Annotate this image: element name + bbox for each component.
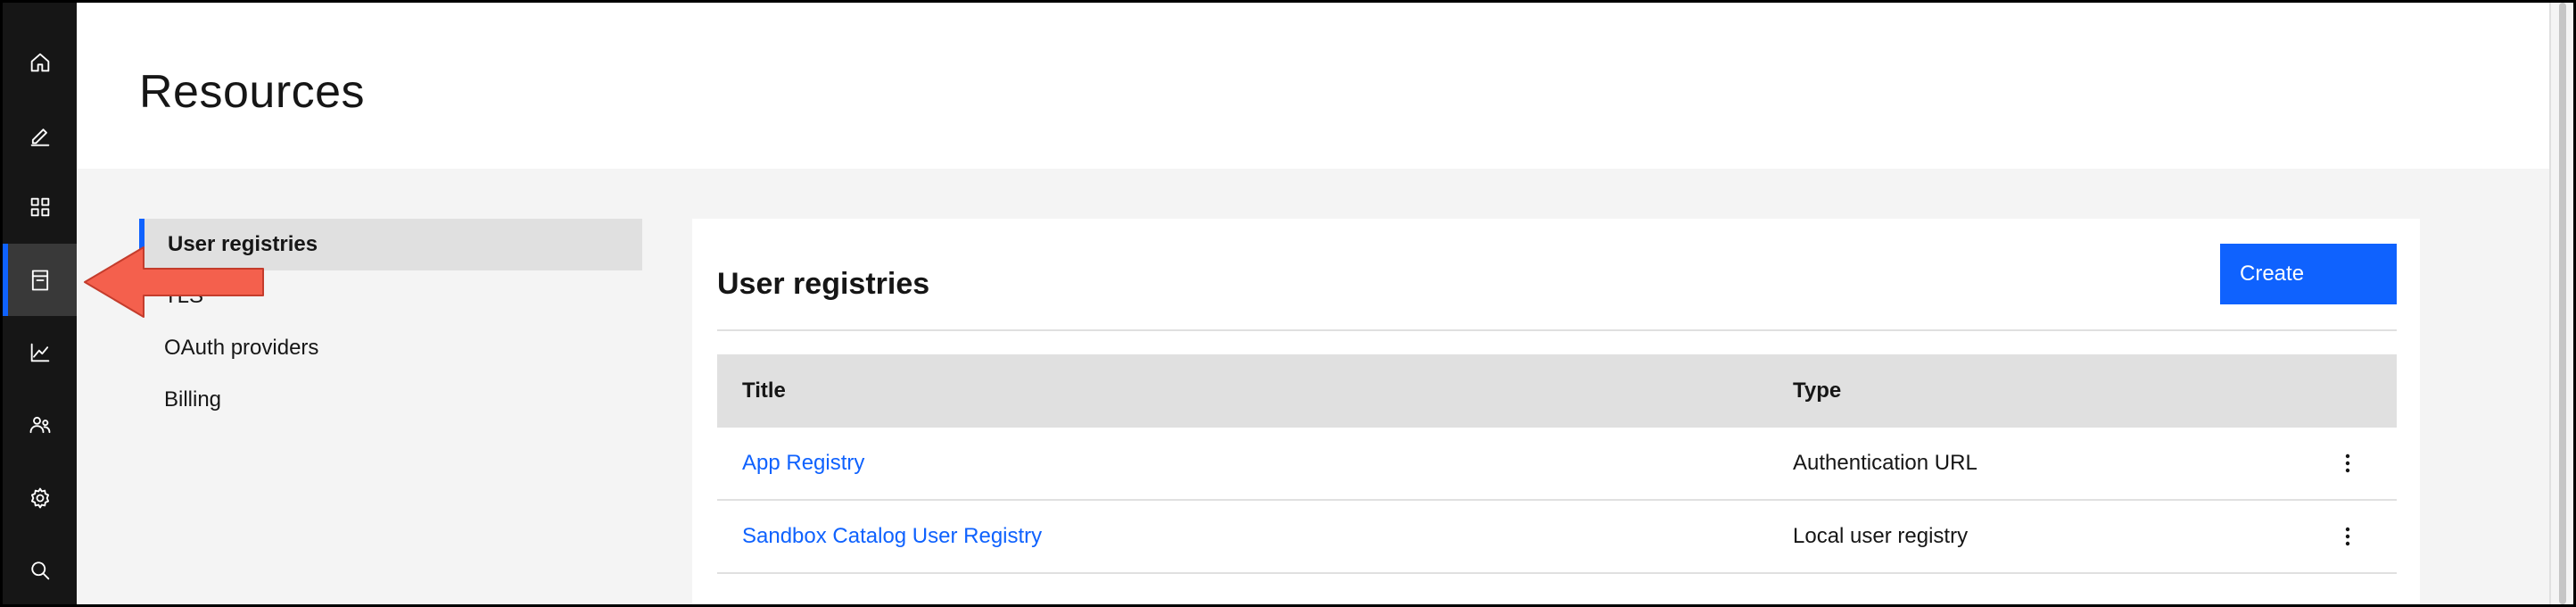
column-header-title: Title xyxy=(742,378,786,403)
rail-analytics-button[interactable] xyxy=(3,316,77,388)
create-button[interactable]: Create xyxy=(2220,244,2397,304)
rail-home-button[interactable] xyxy=(3,26,77,98)
overflow-menu-vertical-icon xyxy=(2345,527,2350,546)
rail-search-button[interactable] xyxy=(3,534,77,604)
card-title: User registries xyxy=(717,267,930,301)
row-overflow-menu-button[interactable] xyxy=(2330,519,2365,554)
annotation-arrow-icon xyxy=(84,246,264,318)
user-registries-table: Title Type App Registry Authentication U… xyxy=(717,354,2397,574)
edit-icon xyxy=(30,128,49,146)
page-title: Resources xyxy=(139,66,366,118)
app-frame: Resources User registries TLS OAuth prov… xyxy=(3,3,2573,604)
table-row: Sandbox Catalog User Registry Local user… xyxy=(717,501,2397,574)
registry-link-sandbox-catalog[interactable]: Sandbox Catalog User Registry xyxy=(742,524,1042,548)
page-header: Resources xyxy=(77,3,2549,169)
card-divider xyxy=(717,329,2397,331)
row-type-cell: Local user registry xyxy=(1793,524,1969,548)
user-registries-card: User registries Create Title Type App Re… xyxy=(692,219,2420,604)
settings-icon xyxy=(30,487,49,508)
registry-link-app-registry[interactable]: App Registry xyxy=(742,451,864,475)
row-actions-cell xyxy=(2299,519,2397,554)
scrollbar-thumb[interactable] xyxy=(2559,3,2566,604)
rail-apps-button[interactable] xyxy=(3,170,77,243)
table-row: App Registry Authentication URL xyxy=(717,428,2397,501)
overflow-menu-vertical-icon xyxy=(2345,453,2350,473)
rail-edit-button[interactable] xyxy=(3,98,77,170)
rail-settings-button[interactable] xyxy=(3,461,77,534)
analytics-icon xyxy=(30,343,49,362)
row-type-cell: Authentication URL xyxy=(1793,451,1977,475)
row-title-cell: App Registry xyxy=(717,451,1793,476)
search-icon xyxy=(30,561,49,579)
table-header-row: Title Type xyxy=(717,354,2397,428)
row-actions-cell xyxy=(2299,445,2397,481)
archive-icon xyxy=(31,270,48,290)
side-nav-item-oauth-providers[interactable]: OAuth providers xyxy=(139,322,642,374)
page-scrollbar[interactable] xyxy=(2549,3,2573,604)
row-overflow-menu-button[interactable] xyxy=(2330,445,2365,481)
apps-grid-icon xyxy=(30,197,49,216)
row-title-cell: Sandbox Catalog User Registry xyxy=(717,524,1793,549)
column-header-type: Type xyxy=(1793,378,1842,403)
home-icon xyxy=(30,53,49,71)
left-icon-rail xyxy=(3,3,77,604)
rail-resources-button[interactable] xyxy=(3,244,77,316)
rail-members-button[interactable] xyxy=(3,388,77,461)
content-area: User registries TLS OAuth providers Bill… xyxy=(77,169,2549,604)
users-icon xyxy=(29,416,50,433)
side-nav-item-billing[interactable]: Billing xyxy=(139,374,642,426)
